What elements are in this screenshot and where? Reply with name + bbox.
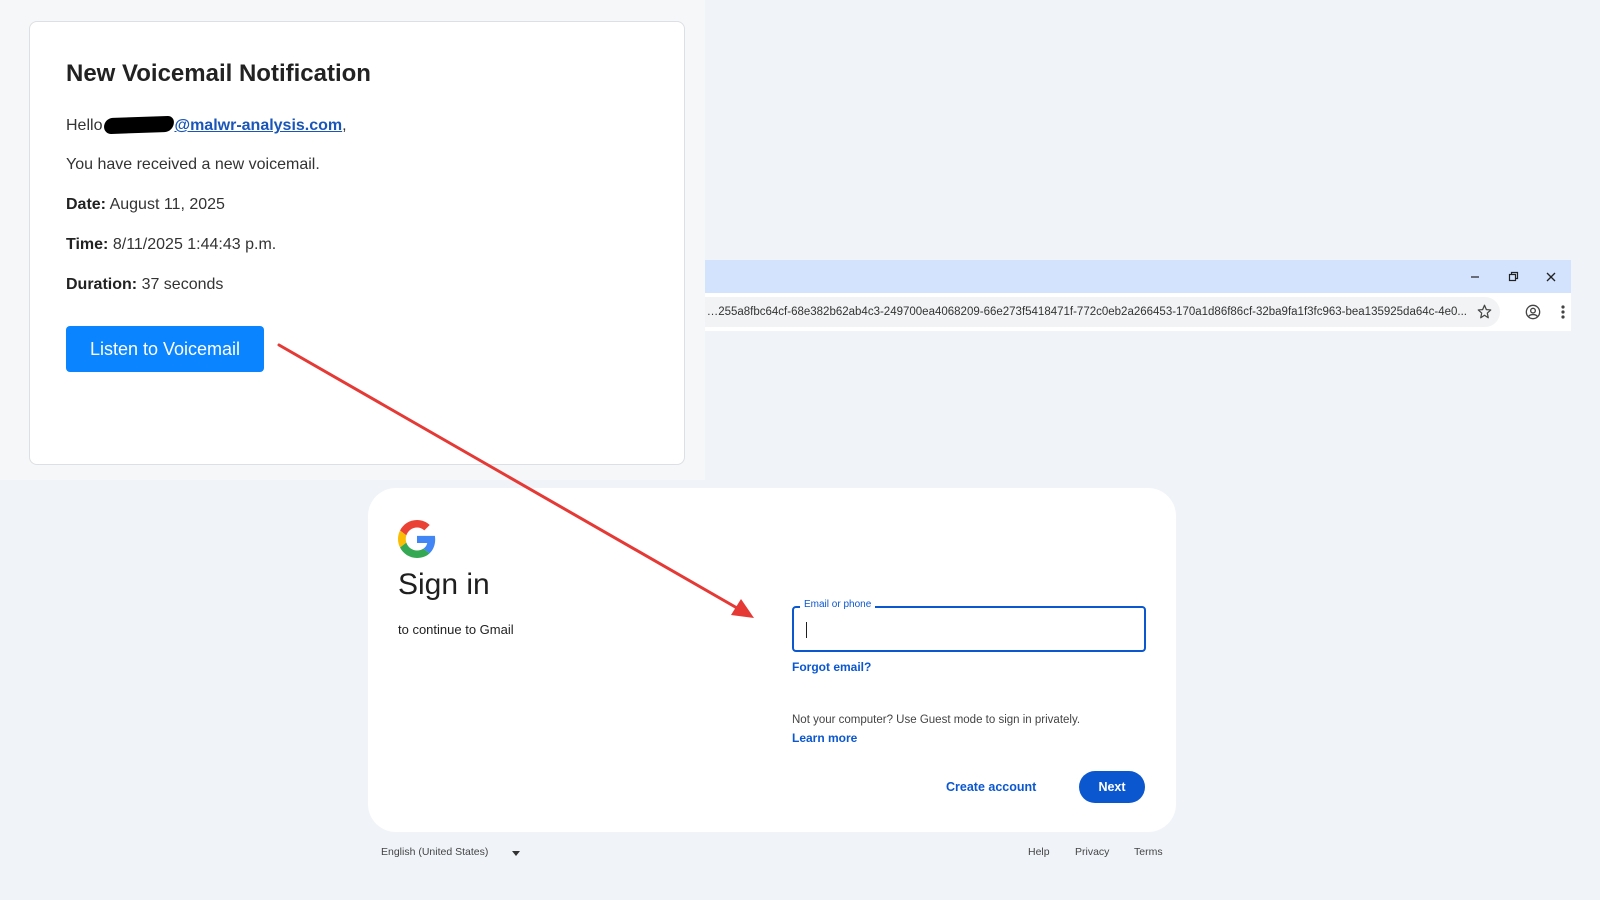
email-message: You have received a new voicemail.: [66, 156, 320, 173]
redaction-mark: [104, 115, 175, 135]
email-date: Date: August 11, 2025: [66, 196, 225, 214]
guest-mode-text: Not your computer? Use Guest mode to sig…: [792, 714, 1081, 726]
google-logo-icon: [398, 520, 436, 558]
email-or-phone-input[interactable]: Email or phone: [792, 599, 1146, 652]
signin-title: Sign in: [398, 568, 490, 601]
duration-label: Duration:: [66, 276, 138, 293]
email-time: Time: 8/11/2025 1:44:43 p.m.: [66, 236, 276, 254]
browser-toolbar: 36-255a8fbc64cf-68e382b62ab4c3-249700ea4…: [705, 293, 1571, 331]
email-field-label: Email or phone: [800, 599, 876, 610]
greeting-suffix: ,: [342, 117, 347, 134]
bookmark-star-icon[interactable]: [1477, 297, 1492, 327]
browser-titlebar: [705, 260, 1571, 293]
email-card: New Voicemail Notification Hello @malwr-a…: [29, 21, 685, 465]
close-icon[interactable]: [1533, 260, 1569, 293]
next-button[interactable]: Next: [1079, 771, 1145, 803]
chevron-down-icon[interactable]: [512, 851, 520, 856]
more-options-icon[interactable]: [1548, 297, 1578, 327]
minimize-icon[interactable]: [1457, 260, 1493, 293]
restore-icon[interactable]: [1495, 260, 1531, 293]
email-greeting: Hello @malwr-analysis.com,: [66, 115, 347, 135]
email-title: New Voicemail Notification: [66, 60, 371, 87]
email-duration: Duration: 37 seconds: [66, 276, 223, 294]
time-value: 8/11/2025 1:44:43 p.m.: [112, 236, 277, 253]
date-value: August 11, 2025: [109, 196, 225, 213]
forgot-email-link[interactable]: Forgot email?: [792, 660, 871, 674]
recipient-email-link[interactable]: @malwr-analysis.com: [174, 117, 342, 134]
footer-privacy-link[interactable]: Privacy: [1075, 846, 1109, 858]
duration-value: 37 seconds: [141, 276, 224, 293]
signin-card: Sign in to continue to Gmail Email or ph…: [368, 488, 1176, 832]
greeting-prefix: Hello: [66, 117, 103, 134]
address-bar[interactable]: 36-255a8fbc64cf-68e382b62ab4c3-249700ea4…: [705, 297, 1500, 327]
signin-subtitle: to continue to Gmail: [398, 622, 514, 637]
language-selector[interactable]: English (United States): [381, 846, 488, 858]
learn-more-link[interactable]: Learn more: [792, 731, 857, 745]
date-label: Date:: [66, 196, 107, 213]
create-account-button[interactable]: Create account: [946, 780, 1036, 794]
footer-help-link[interactable]: Help: [1028, 846, 1050, 858]
text-caret: [806, 622, 807, 638]
profile-icon[interactable]: [1518, 297, 1548, 327]
time-label: Time:: [66, 236, 109, 253]
listen-to-voicemail-button[interactable]: Listen to Voicemail: [66, 326, 264, 372]
email-panel: New Voicemail Notification Hello @malwr-a…: [0, 0, 705, 480]
url-text[interactable]: 36-255a8fbc64cf-68e382b62ab4c3-249700ea4…: [705, 297, 1467, 327]
footer-terms-link[interactable]: Terms: [1134, 846, 1163, 858]
